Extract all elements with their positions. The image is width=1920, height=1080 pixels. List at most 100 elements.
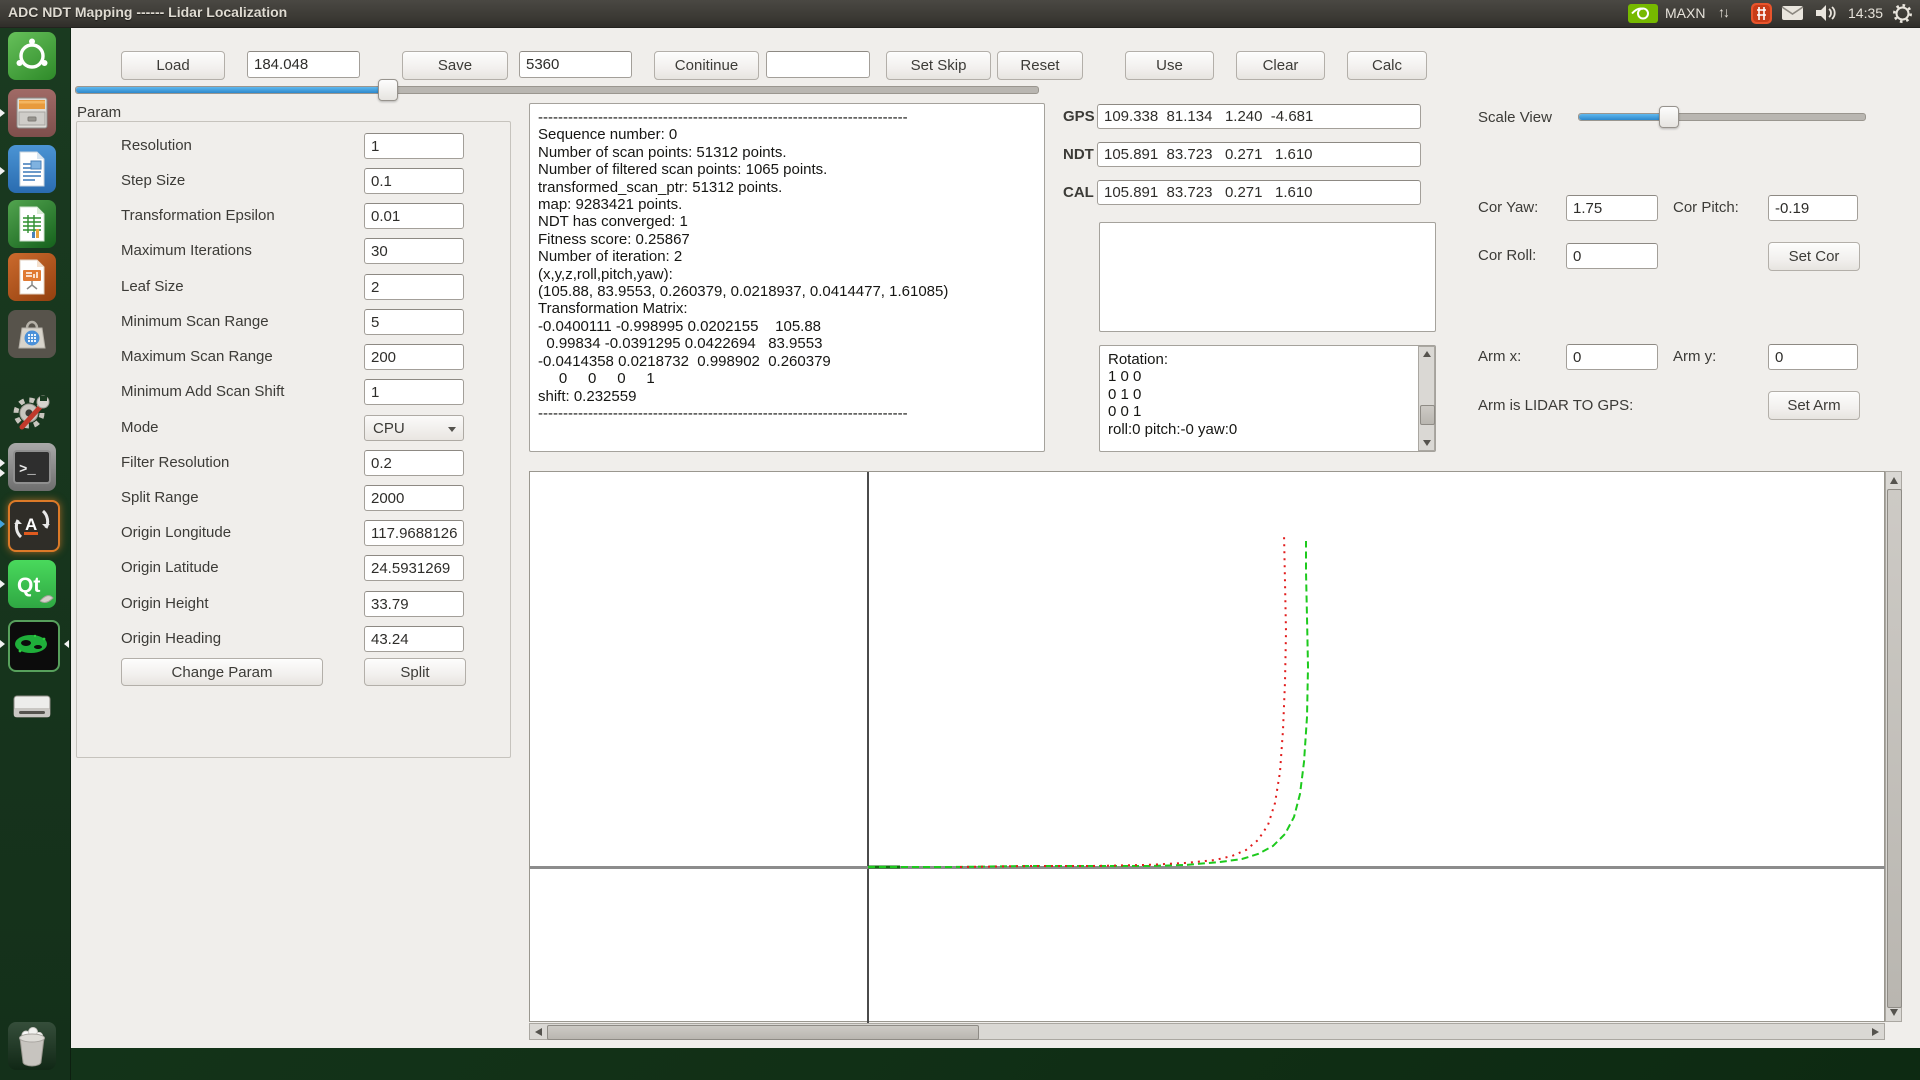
scroll-up-icon[interactable] [1890, 477, 1898, 484]
system-settings-icon[interactable] [8, 387, 56, 435]
param-field-max-scan-range[interactable] [364, 344, 464, 370]
change-param-button[interactable]: Change Param [121, 658, 323, 686]
rotation-box: Rotation: 1 0 0 0 1 0 0 0 1 roll:0 pitch… [1099, 345, 1436, 452]
chevron-down-icon [448, 427, 456, 432]
gps-field[interactable] [1097, 104, 1421, 129]
load-button[interactable]: Load [121, 51, 225, 80]
libreoffice-calc-icon[interactable] [8, 200, 56, 248]
network-updown-icon[interactable]: ↑↓ [1718, 4, 1728, 20]
load-value-field[interactable] [247, 51, 360, 78]
map-plot-viewport[interactable] [529, 471, 1885, 1022]
cor-yaw-field[interactable] [1566, 195, 1658, 221]
focused-window-indicator [64, 640, 69, 648]
param-field-trans-epsilon[interactable] [364, 203, 464, 229]
scroll-left-icon[interactable] [535, 1028, 542, 1036]
param-field-origin-heading[interactable] [364, 626, 464, 652]
param-field-origin-height[interactable] [364, 591, 464, 617]
cor-yaw-label: Cor Yaw: [1478, 195, 1538, 221]
param-field-step-size[interactable] [364, 168, 464, 194]
ndt-field[interactable] [1097, 142, 1421, 167]
rotation-scrollbar-thumb[interactable] [1420, 405, 1435, 425]
plot-vscrollbar-thumb[interactable] [1887, 489, 1902, 1008]
running-indicator [0, 109, 5, 117]
ubuntu-software-icon[interactable] [8, 310, 56, 358]
clock[interactable]: 14:35 [1848, 5, 1883, 21]
nvidia-gpu-icon[interactable] [1628, 4, 1658, 24]
param-label: Origin Longitude [121, 520, 231, 546]
scale-view-slider-handle[interactable] [1659, 106, 1679, 128]
sogou-pinyin-icon[interactable] [1751, 3, 1772, 23]
param-label: Maximum Scan Range [121, 344, 273, 370]
lidar-view-icon[interactable] [8, 620, 60, 672]
log-text: ----------------------------------------… [538, 109, 1036, 422]
gpu-mode-label[interactable]: MAXN [1665, 5, 1705, 21]
qt-creator-icon[interactable]: Qt [8, 560, 56, 608]
calc-button[interactable]: Calc [1347, 51, 1427, 80]
running-indicator [0, 580, 5, 588]
ubuntu-dash-icon[interactable] [8, 32, 56, 80]
split-button[interactable]: Split [364, 658, 466, 686]
scroll-up-icon[interactable] [1423, 351, 1431, 357]
param-label: Minimum Scan Range [121, 309, 269, 335]
set-arm-button[interactable]: Set Arm [1768, 391, 1860, 420]
ndt-mapping-app-icon[interactable]: A [8, 500, 60, 552]
param-field-resolution[interactable] [364, 133, 464, 159]
param-field-origin-longitude[interactable] [364, 520, 464, 546]
libreoffice-impress-icon[interactable] [8, 253, 56, 301]
mode-combobox[interactable]: CPU [364, 415, 464, 441]
running-indicator [0, 167, 5, 175]
arm-x-field[interactable] [1566, 344, 1658, 370]
save-button[interactable]: Save [402, 51, 508, 80]
plot-hscrollbar-thumb[interactable] [547, 1025, 979, 1040]
set-skip-button[interactable]: Set Skip [886, 51, 991, 80]
param-field-min-scan-range[interactable] [364, 309, 464, 335]
plot-hscrollbar[interactable] [529, 1023, 1885, 1040]
scroll-down-icon[interactable] [1890, 1009, 1898, 1016]
param-field-max-iterations[interactable] [364, 238, 464, 264]
volume-icon[interactable] [1814, 4, 1838, 24]
plot-vscrollbar[interactable] [1885, 471, 1902, 1022]
status-box-empty [1099, 222, 1436, 332]
mail-icon[interactable] [1781, 5, 1804, 25]
rotation-scrollbar[interactable] [1418, 346, 1435, 451]
set-cor-button[interactable]: Set Cor [1768, 242, 1860, 271]
param-field-leaf-size[interactable] [364, 274, 464, 300]
arm-x-label: Arm x: [1478, 344, 1521, 370]
trash-icon[interactable] [8, 1022, 56, 1070]
scale-view-label: Scale View [1478, 105, 1552, 131]
scroll-down-icon[interactable] [1423, 440, 1431, 446]
sequence-slider-fill [76, 87, 387, 93]
trajectory-curves [530, 472, 1886, 1023]
svg-text:A: A [25, 515, 37, 534]
param-label: Leaf Size [121, 274, 184, 300]
top-panel: ADC NDT Mapping ------ Lidar Localizatio… [0, 0, 1920, 28]
param-label: Resolution [121, 133, 192, 159]
param-field-split-range[interactable] [364, 485, 464, 511]
param-label: Minimum Add Scan Shift [121, 379, 284, 405]
cal-label: CAL [1063, 180, 1094, 206]
param-field-filter-resolution[interactable] [364, 450, 464, 476]
save-value-field[interactable] [519, 51, 632, 78]
scroll-right-icon[interactable] [1872, 1028, 1879, 1036]
disk-utility-icon[interactable] [8, 683, 56, 731]
cor-roll-field[interactable] [1566, 243, 1658, 269]
file-manager-icon[interactable] [8, 89, 56, 137]
cor-pitch-field[interactable] [1768, 195, 1858, 221]
terminal-icon[interactable]: >_ [8, 443, 56, 491]
param-field-origin-latitude[interactable] [364, 555, 464, 581]
libreoffice-writer-icon[interactable] [8, 145, 56, 193]
unity-launcher: >_ A Qt [0, 27, 71, 1080]
arm-y-field[interactable] [1768, 344, 1858, 370]
clear-button[interactable]: Clear [1236, 51, 1325, 80]
param-label: Origin Height [121, 591, 209, 617]
reset-button[interactable]: Reset [997, 51, 1083, 80]
cal-field[interactable] [1097, 180, 1421, 205]
continue-button[interactable]: Conitinue [654, 51, 759, 80]
session-gear-icon[interactable] [1893, 4, 1912, 24]
running-indicator [0, 459, 5, 467]
scale-view-slider-fill [1579, 114, 1669, 120]
sequence-slider-handle[interactable] [378, 79, 398, 101]
param-field-min-add-scan-shift[interactable] [364, 379, 464, 405]
continue-value-field[interactable] [766, 51, 870, 78]
use-button[interactable]: Use [1125, 51, 1214, 80]
